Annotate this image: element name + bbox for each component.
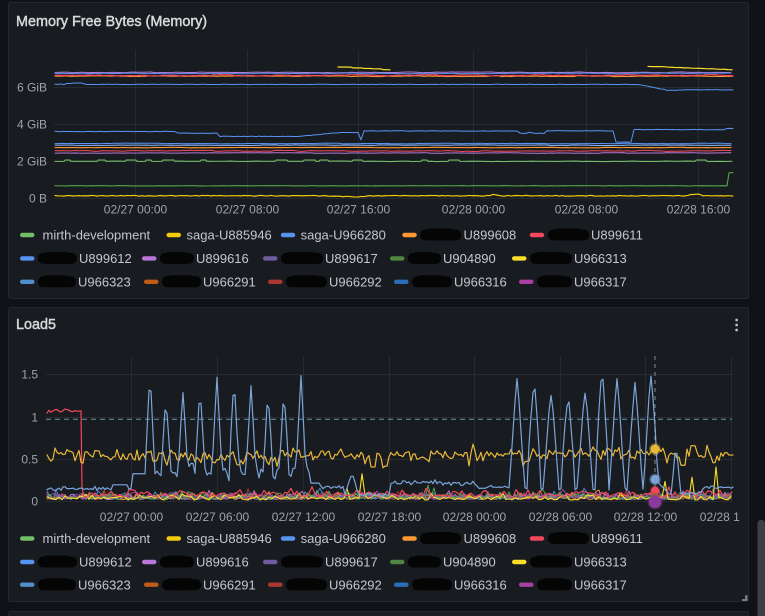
svg-text:U899616: U899616 bbox=[196, 251, 249, 266]
svg-text:2 GiB: 2 GiB bbox=[17, 155, 47, 169]
svg-text:U966323: U966323 bbox=[78, 577, 131, 592]
svg-text:02/27 16:00: 02/27 16:00 bbox=[327, 203, 391, 217]
svg-text:4 GiB: 4 GiB bbox=[17, 118, 47, 132]
svg-text:0 B: 0 B bbox=[29, 192, 47, 206]
svg-text:U966291: U966291 bbox=[203, 274, 256, 289]
svg-text:U899612: U899612 bbox=[79, 555, 132, 570]
svg-text:0.5: 0.5 bbox=[21, 453, 38, 467]
svg-text:U899608: U899608 bbox=[464, 228, 517, 243]
svg-text:0: 0 bbox=[31, 495, 38, 509]
svg-text:U966292: U966292 bbox=[329, 577, 382, 592]
svg-text:02/27 08:00: 02/27 08:00 bbox=[216, 203, 280, 217]
svg-text:mirth-development: mirth-development bbox=[43, 228, 151, 243]
svg-text:02/28 12:00: 02/28 12:00 bbox=[614, 510, 678, 524]
svg-text:U899617: U899617 bbox=[325, 251, 378, 266]
svg-text:mirth-development: mirth-development bbox=[43, 531, 151, 546]
svg-text:saga-U966280: saga-U966280 bbox=[301, 228, 386, 243]
svg-text:U899616: U899616 bbox=[196, 555, 249, 570]
svg-text:U966317: U966317 bbox=[574, 274, 627, 289]
svg-text:Load5: Load5 bbox=[16, 317, 56, 333]
svg-text:saga-U885946: saga-U885946 bbox=[187, 228, 272, 243]
svg-text:U899612: U899612 bbox=[79, 251, 132, 266]
svg-text:U966323: U966323 bbox=[78, 274, 131, 289]
svg-text:02/28 08:00: 02/28 08:00 bbox=[555, 203, 619, 217]
svg-text:1.5: 1.5 bbox=[21, 368, 38, 382]
svg-text:U966291: U966291 bbox=[203, 577, 256, 592]
svg-text:U966292: U966292 bbox=[329, 274, 382, 289]
svg-text:02/27 00:00: 02/27 00:00 bbox=[100, 510, 164, 524]
svg-text:6 GiB: 6 GiB bbox=[17, 81, 47, 95]
svg-text:U966313: U966313 bbox=[574, 555, 627, 570]
svg-text:U966313: U966313 bbox=[574, 251, 627, 266]
svg-text:02/27 18:00: 02/27 18:00 bbox=[358, 510, 422, 524]
svg-text:U899611: U899611 bbox=[591, 531, 643, 546]
svg-text:U904890: U904890 bbox=[443, 555, 496, 570]
svg-text:Memory Free Bytes (Memory): Memory Free Bytes (Memory) bbox=[16, 14, 207, 30]
svg-text:1: 1 bbox=[31, 411, 38, 425]
svg-text:02/28 16:00: 02/28 16:00 bbox=[667, 203, 731, 217]
svg-text:U899611: U899611 bbox=[591, 228, 643, 243]
svg-text:saga-U885946: saga-U885946 bbox=[187, 531, 272, 546]
svg-text:U966316: U966316 bbox=[454, 274, 507, 289]
svg-text:02/28 00:00: 02/28 00:00 bbox=[443, 510, 507, 524]
svg-text:02/27 06:00: 02/27 06:00 bbox=[186, 510, 250, 524]
svg-text:02/28 06:00: 02/28 06:00 bbox=[529, 510, 593, 524]
svg-text:02/27 12:00: 02/27 12:00 bbox=[272, 510, 336, 524]
svg-text:U899608: U899608 bbox=[464, 531, 517, 546]
svg-text:U899617: U899617 bbox=[325, 555, 378, 570]
svg-text:U966317: U966317 bbox=[574, 577, 627, 592]
svg-text:U966316: U966316 bbox=[454, 577, 507, 592]
svg-text:02/27 00:00: 02/27 00:00 bbox=[104, 203, 168, 217]
svg-text:02/28 00:00: 02/28 00:00 bbox=[442, 203, 506, 217]
svg-text:U904890: U904890 bbox=[443, 251, 496, 266]
svg-text:saga-U966280: saga-U966280 bbox=[301, 531, 386, 546]
